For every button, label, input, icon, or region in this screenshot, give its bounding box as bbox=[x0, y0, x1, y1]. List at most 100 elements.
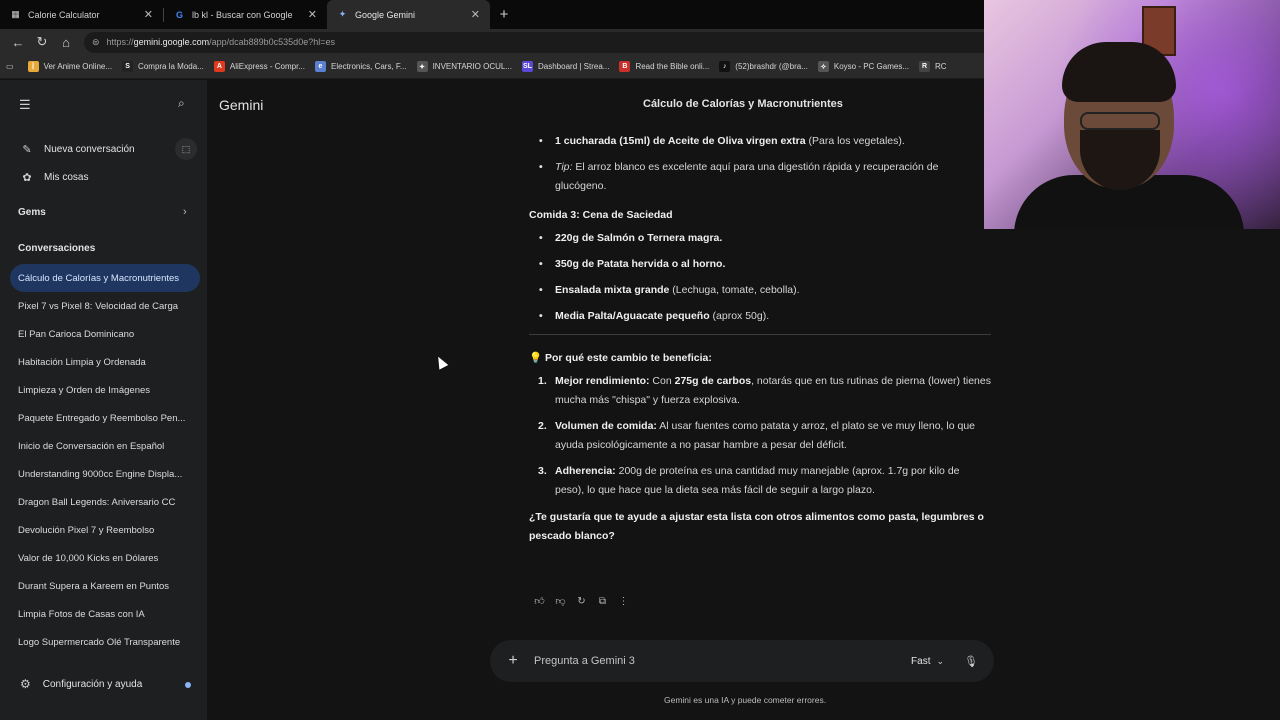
conversation-item[interactable]: Inicio de Conversación en Español bbox=[10, 432, 200, 460]
add-attachment-icon[interactable]: + bbox=[503, 652, 523, 670]
benefit-heading: 💡 Por qué este cambio te beneficia: bbox=[529, 352, 712, 364]
menu-icon[interactable]: ☰ bbox=[19, 97, 33, 112]
url-path: /app/dcab889b0c535d0e?hl=es bbox=[209, 37, 335, 47]
bookmark-item[interactable]: A AliExpress - Compr... bbox=[213, 61, 305, 72]
url-host: gemini.google.com bbox=[133, 37, 210, 47]
address-bar[interactable]: ⊜ https://gemini.google.com/app/dcab889b… bbox=[84, 31, 1044, 53]
google-icon: G bbox=[175, 9, 183, 20]
new-tab-button[interactable]: + bbox=[490, 0, 518, 29]
gemini-icon: ✦ bbox=[338, 9, 347, 19]
bookmark-favicon-icon: SL bbox=[522, 61, 533, 72]
bookmark-item[interactable]: R RC bbox=[919, 61, 947, 72]
temporary-chat-icon[interactable]: ⬚ bbox=[175, 138, 197, 160]
close-tab-icon[interactable]: ✕ bbox=[471, 8, 480, 21]
conversation-item[interactable]: Limpia Fotos de Casas con IA bbox=[10, 600, 200, 628]
conversation-item[interactable]: Devolución Pixel 7 y Reembolso bbox=[10, 516, 200, 544]
bookmark-label: (52)brashdr (@bra... bbox=[735, 62, 808, 71]
close-tab-icon[interactable]: ✕ bbox=[308, 8, 317, 21]
benefit-list: 1. Mejor rendimiento: Con 275g de carbos,… bbox=[529, 372, 991, 500]
url-scheme: https:// bbox=[106, 37, 134, 47]
microphone-icon[interactable]: 🎙︎ bbox=[964, 655, 978, 668]
webcam-overlay bbox=[984, 0, 1280, 229]
conversation-item[interactable]: El Pan Carioca Dominicano bbox=[10, 320, 200, 348]
bookmark-item[interactable]: B Read the Bible onli... bbox=[619, 61, 709, 72]
search-icon[interactable]: ⌕ bbox=[178, 96, 185, 111]
response-actions: 👍︎ 👎︎ ↻ ⧉ ⋮ bbox=[529, 592, 634, 610]
conversation-item[interactable]: Understanding 9000cc Engine Displa... bbox=[10, 460, 200, 488]
copy-icon[interactable]: ⧉ bbox=[592, 592, 613, 610]
gemini-logo[interactable]: Gemini bbox=[219, 97, 263, 113]
library-icon: ✿ bbox=[22, 171, 32, 184]
conversation-item[interactable]: Logo Supermercado Olé Transparente bbox=[10, 628, 200, 656]
bookmark-item[interactable]: ✧ Koyso - PC Games... bbox=[817, 61, 909, 72]
bookmark-favicon-icon: B bbox=[619, 61, 631, 72]
thumbs-up-icon[interactable]: 👍︎ bbox=[529, 592, 550, 610]
gems-label[interactable]: Gems bbox=[18, 207, 46, 218]
conversation-item[interactable]: Cálculo de Calorías y Macronutrientes bbox=[10, 264, 200, 292]
conversation-list: Cálculo de Calorías y Macronutrientes Pix… bbox=[10, 264, 200, 656]
bookmark-favicon-icon: ✧ bbox=[817, 61, 829, 72]
bookmark-item[interactable]: e Electronics, Cars, F... bbox=[315, 61, 407, 72]
bookmark-favicon-icon: ꟾ bbox=[27, 61, 39, 72]
bookmark-favicon-icon: ✦ bbox=[416, 61, 428, 72]
bookmark-label: AliExpress - Compr... bbox=[229, 62, 305, 71]
bookmark-label: INVENTARIO OCUL... bbox=[432, 62, 512, 71]
bookmark-label: Ver Anime Online... bbox=[43, 62, 113, 71]
site-info-icon[interactable]: ⊜ bbox=[92, 37, 100, 48]
bookmark-item[interactable]: SL Dashboard | Strea... bbox=[522, 61, 609, 72]
list-item: Tip: El arroz blanco es excelente aquí p… bbox=[529, 158, 991, 196]
follow-up-question: ¿Te gustaría que te ayude a ajustar esta… bbox=[529, 511, 984, 542]
conversation-item[interactable]: Limpieza y Orden de Imágenes bbox=[10, 376, 200, 404]
bookmark-item[interactable]: ♪ (52)brashdr (@bra... bbox=[719, 61, 808, 72]
conversations-heading: Conversaciones bbox=[18, 243, 96, 254]
tab-calorie-calculator[interactable]: ▦ Calorie Calculator ✕ bbox=[0, 0, 163, 29]
bookmark-label: Electronics, Cars, F... bbox=[331, 62, 407, 71]
home-icon[interactable]: ⌂ bbox=[54, 31, 78, 53]
bookmark-item[interactable]: ꟾ Ver Anime Online... bbox=[27, 61, 113, 72]
bookmark-favicon-icon: R bbox=[919, 61, 931, 72]
edit-icon: ✎ bbox=[22, 143, 32, 156]
bookmarks-apps-icon[interactable]: ▭ bbox=[6, 62, 14, 71]
sidebar-header: ☰ ⌕ bbox=[0, 80, 207, 130]
model-mode-selector[interactable]: Fast bbox=[911, 656, 930, 667]
regenerate-icon[interactable]: ↻ bbox=[571, 592, 592, 610]
conversation-item[interactable]: Durant Supera a Kareem en Puntos bbox=[10, 572, 200, 600]
disclaimer-text: Gemini es una IA y puede cometer errores… bbox=[664, 695, 827, 705]
conversation-item[interactable]: Pixel 7 vs Pixel 8: Velocidad de Carga bbox=[10, 292, 200, 320]
settings-label: Configuración y ayuda bbox=[42, 678, 143, 690]
prompt-input[interactable] bbox=[534, 655, 912, 667]
more-options-icon[interactable]: ⋮ bbox=[613, 592, 634, 610]
bookmark-item[interactable]: ✦ INVENTARIO OCUL... bbox=[416, 61, 512, 72]
sidebar: ☰ ⌕ ✎ Nueva conversación ⬚ ✿ Mis cosas G… bbox=[0, 80, 207, 720]
conversation-item[interactable]: Paquete Entregado y Reembolso Pen... bbox=[10, 404, 200, 432]
tab-google-search[interactable]: G lb kl - Buscar con Google ✕ bbox=[164, 0, 327, 29]
bookmark-label: RC bbox=[935, 62, 947, 71]
close-tab-icon[interactable]: ✕ bbox=[144, 8, 153, 21]
person-hair bbox=[1062, 42, 1176, 102]
gear-icon: ⚙ bbox=[20, 677, 31, 691]
bookmark-label: Compra la Moda... bbox=[138, 62, 204, 71]
list-item: 350g de Patata hervida o al horno. bbox=[529, 255, 991, 274]
list-item: 1 cucharada (15ml) de Aceite de Oliva vi… bbox=[529, 132, 991, 151]
tab-title: Google Gemini bbox=[355, 9, 416, 20]
chevron-right-icon[interactable]: › bbox=[183, 206, 187, 218]
thumbs-down-icon[interactable]: 👎︎ bbox=[550, 592, 571, 610]
notification-dot bbox=[185, 682, 191, 688]
bookmark-label: Read the Bible onli... bbox=[635, 62, 710, 71]
bookmark-item[interactable]: S Compra la Moda... bbox=[122, 61, 204, 72]
conversation-item[interactable]: Habitación Limpia y Ordenada bbox=[10, 348, 200, 376]
conversation-item[interactable]: Valor de 10,000 Kicks en Dólares bbox=[10, 544, 200, 572]
conversation-item[interactable]: Dragon Ball Legends: Aniversario CC bbox=[10, 488, 200, 516]
settings-help-button[interactable]: ⚙ Configuración y ayuda bbox=[0, 670, 207, 698]
tab-google-gemini[interactable]: ✦ Google Gemini ✕ bbox=[327, 0, 490, 29]
bookmark-list: ꟾ Ver Anime Online... S Compra la Moda... A A… bbox=[27, 61, 957, 72]
list-item: 220g de Salmón o Ternera magra. bbox=[529, 229, 991, 248]
reload-icon[interactable]: ↻ bbox=[30, 31, 54, 53]
back-icon[interactable]: ← bbox=[6, 31, 30, 53]
my-stuff-button[interactable]: ✿ Mis cosas bbox=[0, 163, 207, 191]
divider bbox=[529, 334, 991, 335]
chevron-down-icon[interactable]: ⌄ bbox=[936, 656, 944, 667]
bookmark-favicon-icon: S bbox=[122, 61, 134, 72]
list-item: Ensalada mixta grande (Lechuga, tomate, … bbox=[529, 281, 991, 300]
bookmark-label: Dashboard | Strea... bbox=[538, 62, 610, 71]
